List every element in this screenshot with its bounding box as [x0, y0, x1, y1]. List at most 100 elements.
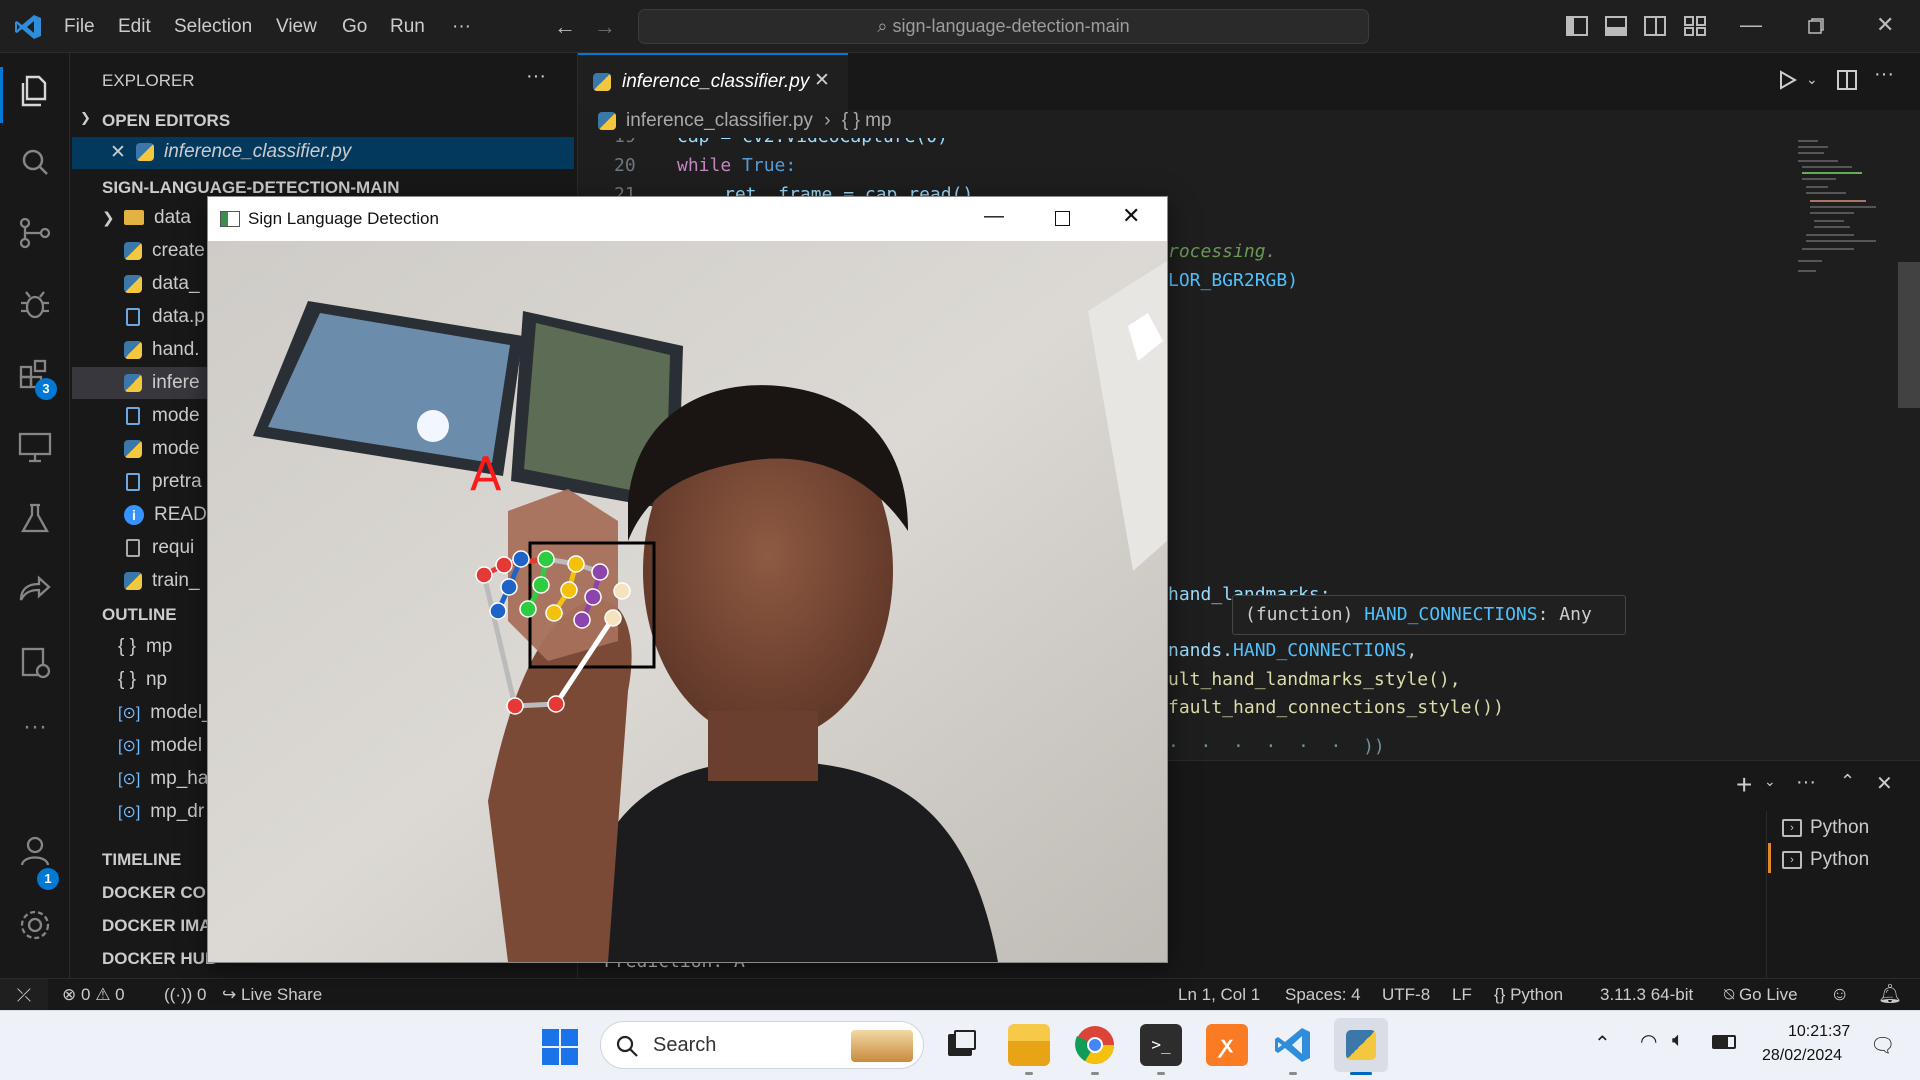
- window-title-bar[interactable]: Sign Language Detection — ✕: [208, 197, 1167, 241]
- encoding-status[interactable]: UTF-8: [1382, 979, 1430, 1011]
- clock-time[interactable]: 10:21:37: [1788, 1023, 1850, 1041]
- taskbar-search[interactable]: Search: [600, 1021, 924, 1069]
- remote-explorer-icon[interactable]: [13, 425, 57, 469]
- outline-header[interactable]: OUTLINE: [102, 605, 177, 625]
- minimize-icon[interactable]: —: [1740, 12, 1762, 38]
- breadcrumb-symbol[interactable]: mp: [865, 110, 891, 131]
- tree-file-4[interactable]: hand.: [124, 339, 200, 361]
- clock-date[interactable]: 28/02/2024: [1762, 1047, 1842, 1065]
- editor-scrollbar[interactable]: [1898, 262, 1920, 408]
- tree-file-11[interactable]: train_: [124, 570, 200, 592]
- outline-item-3[interactable]: [⊙] model: [118, 735, 202, 757]
- go-live-status[interactable]: ⍉ Go Live: [1724, 979, 1798, 1011]
- open-editor-file[interactable]: inference_classifier.py: [136, 141, 351, 163]
- ports-status[interactable]: ((·)) 0: [164, 979, 207, 1011]
- task-view-icon[interactable]: [940, 1024, 982, 1066]
- outline-item-mp[interactable]: { } mp: [118, 636, 172, 658]
- run-python-file-icon[interactable]: [1776, 69, 1798, 91]
- terminal-item-2[interactable]: › Python: [1782, 849, 1869, 871]
- maximize-panel-icon[interactable]: ⌃: [1840, 771, 1855, 792]
- toggle-secondary-sidebar-icon[interactable]: [1644, 16, 1666, 36]
- explorer-icon[interactable]: [13, 69, 57, 113]
- window-maximize-icon[interactable]: [1055, 211, 1070, 226]
- source-control-icon[interactable]: [13, 211, 57, 255]
- explorer-more-icon[interactable]: ···: [526, 65, 546, 88]
- close-editor-icon[interactable]: ✕: [110, 141, 126, 164]
- menu-run[interactable]: Run: [390, 0, 425, 53]
- live-share-icon[interactable]: [13, 568, 57, 612]
- minimap[interactable]: [1794, 130, 1894, 290]
- run-dropdown-chevron-icon[interactable]: ⌄: [1806, 71, 1818, 88]
- accounts-icon[interactable]: [13, 829, 57, 873]
- docker-icon[interactable]: [13, 641, 57, 685]
- breadcrumb-file[interactable]: inference_classifier.py: [626, 110, 813, 131]
- command-center-search[interactable]: ⌕ sign-language-detection-main: [638, 9, 1369, 44]
- docker-images-header[interactable]: DOCKER IMA: [102, 916, 212, 936]
- toggle-panel-icon[interactable]: [1605, 16, 1627, 36]
- run-debug-icon[interactable]: [13, 283, 57, 327]
- chrome-icon[interactable]: [1074, 1024, 1116, 1066]
- window-close-icon[interactable]: ✕: [1122, 203, 1140, 229]
- search-icon[interactable]: [13, 140, 57, 184]
- eol-status[interactable]: LF: [1452, 979, 1472, 1011]
- sign-language-detection-window[interactable]: Sign Language Detection — ✕ A: [207, 196, 1168, 963]
- notification-center-icon[interactable]: 🗨︎: [1870, 1033, 1895, 1058]
- close-tab-icon[interactable]: ✕: [814, 69, 830, 92]
- restore-icon[interactable]: [1808, 18, 1824, 34]
- tree-file-5[interactable]: infere: [124, 372, 200, 394]
- problems-status[interactable]: ⊗ 0 ⚠ 0: [62, 979, 125, 1011]
- terminal-app-icon[interactable]: >_: [1140, 1024, 1182, 1066]
- chevron-down-icon[interactable]: ❯: [80, 110, 91, 126]
- testing-icon[interactable]: [13, 497, 57, 541]
- menu-view[interactable]: View: [276, 0, 317, 53]
- tab-inference-classifier[interactable]: inference_classifier.py ✕: [578, 53, 848, 110]
- volume-icon[interactable]: 🔈︎: [1672, 1029, 1684, 1052]
- xampp-icon[interactable]: ꭗ: [1206, 1024, 1248, 1066]
- timeline-header[interactable]: TIMELINE: [102, 850, 181, 870]
- tree-file-1[interactable]: create: [124, 240, 205, 262]
- split-editor-icon[interactable]: [1836, 69, 1858, 91]
- close-window-icon[interactable]: ✕: [1876, 12, 1894, 38]
- file-explorer-icon[interactable]: [1008, 1024, 1050, 1066]
- tree-file-8[interactable]: pretra: [126, 471, 202, 493]
- notifications-bell-icon[interactable]: 🔔︎: [1878, 979, 1902, 1011]
- terminal-item-1[interactable]: › Python: [1782, 817, 1869, 839]
- language-status[interactable]: {} Python: [1494, 979, 1563, 1011]
- close-panel-icon[interactable]: ✕: [1876, 771, 1893, 796]
- project-header[interactable]: SIGN-LANGUAGE-DETECTION-MAIN: [102, 178, 399, 198]
- window-minimize-icon[interactable]: —: [984, 205, 1004, 228]
- open-editors-header[interactable]: OPEN EDITORS: [102, 111, 230, 131]
- tree-file-2[interactable]: data_: [124, 273, 200, 295]
- docker-hub-header[interactable]: DOCKER HUB: [102, 949, 217, 969]
- battery-icon[interactable]: [1712, 1035, 1736, 1049]
- tree-file-7[interactable]: mode: [124, 438, 200, 460]
- toggle-primary-sidebar-icon[interactable]: [1566, 16, 1588, 36]
- show-hidden-icons-chevron[interactable]: ⌃: [1594, 1031, 1611, 1056]
- indentation-status[interactable]: Spaces: 4: [1285, 979, 1361, 1011]
- vscode-logo-icon[interactable]: [14, 13, 42, 41]
- outline-item-np[interactable]: { } np: [118, 669, 167, 691]
- outline-item-4[interactable]: [⊙] mp_ha: [118, 768, 208, 790]
- vscode-taskbar-icon[interactable]: [1272, 1024, 1314, 1066]
- docker-containers-header[interactable]: DOCKER CON: [102, 883, 218, 903]
- manage-gear-icon[interactable]: [13, 903, 57, 947]
- wifi-icon[interactable]: ◠: [1640, 1029, 1657, 1054]
- outline-item-2[interactable]: [⊙] model_: [118, 702, 213, 724]
- menu-go[interactable]: Go: [342, 0, 367, 53]
- terminal-dropdown-icon[interactable]: ⌄: [1764, 773, 1776, 790]
- tree-file-9[interactable]: i READ: [124, 504, 207, 526]
- more-activities-icon[interactable]: ···: [13, 705, 57, 749]
- tree-file-6[interactable]: mode: [126, 405, 200, 427]
- remote-indicator-icon[interactable]: ⤫: [0, 979, 48, 1011]
- interpreter-status[interactable]: 3.11.3 64-bit: [1600, 979, 1693, 1011]
- tree-folder-data[interactable]: data: [124, 207, 191, 229]
- cursor-position[interactable]: Ln 1, Col 1: [1178, 979, 1260, 1011]
- tree-file-10[interactable]: requi: [126, 537, 194, 559]
- forward-arrow-icon[interactable]: →: [594, 14, 616, 40]
- copilot-icon[interactable]: ☺: [1830, 979, 1849, 1011]
- customize-layout-icon[interactable]: [1684, 16, 1706, 36]
- menu-selection[interactable]: Selection: [174, 0, 252, 53]
- outline-item-5[interactable]: [⊙] mp_dr: [118, 801, 204, 823]
- windows-start-icon[interactable]: [542, 1029, 578, 1065]
- menu-file[interactable]: File: [64, 0, 95, 53]
